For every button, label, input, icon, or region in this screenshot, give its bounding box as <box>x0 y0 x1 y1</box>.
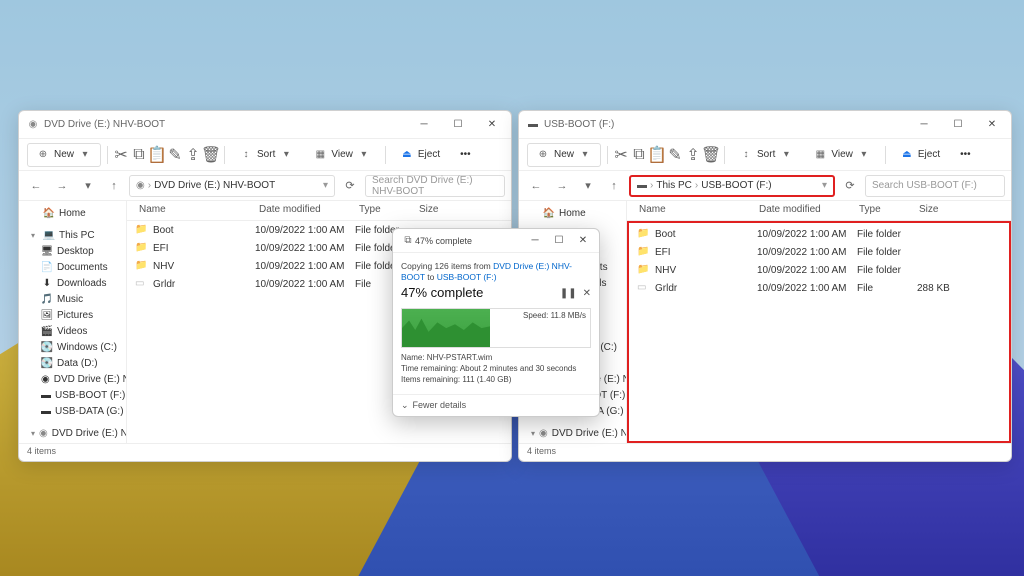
minimize-button[interactable]: ─ <box>407 112 441 138</box>
sidebar-item[interactable]: 💽Data (D:) <box>19 355 126 371</box>
sidebar-home[interactable]: 🏠Home <box>19 205 126 221</box>
sidebar-item[interactable]: ⬇Downloads <box>19 275 126 291</box>
search-input[interactable]: Search DVD Drive (E:) NHV-BOOT <box>365 175 505 197</box>
table-row[interactable]: 📁NHV10/09/2022 1:00 AMFile folder <box>629 261 1009 279</box>
speed-label: Speed: 11.8 MB/s <box>523 311 586 320</box>
sort-button[interactable]: ↕Sort▾ <box>731 143 801 167</box>
table-row[interactable]: 📁EFI10/09/2022 1:00 AMFile folder <box>629 243 1009 261</box>
window-title: DVD Drive (E:) NHV-BOOT <box>44 119 407 130</box>
copy-icon[interactable]: ⧉ <box>132 148 146 162</box>
chevron-down-icon: ⌄ <box>401 400 409 411</box>
rename-icon[interactable]: ✎ <box>168 148 182 162</box>
close-button[interactable]: ✕ <box>475 112 509 138</box>
cut-icon[interactable]: ✂ <box>114 148 128 162</box>
sidebar-item[interactable]: 💽Windows (C:) <box>19 339 126 355</box>
address-bar: ← → ▾ ↑ ▬› This PC› USB-BOOT (F:) ▾ ⟳ Se… <box>519 171 1011 201</box>
copy-progress-dialog: ⧉ 47% complete ─ ☐ ✕ Copying 126 items f… <box>392 228 600 417</box>
speed-graph: Speed: 11.8 MB/s <box>401 308 591 348</box>
more-button[interactable]: ••• <box>952 143 979 167</box>
sidebar-item[interactable]: ▬USB-DATA (G:) <box>19 403 126 419</box>
toolbar: ⊕New▾ ✂ ⧉ 📋 ✎ ⇪ 🗑 ↕Sort▾ ▦View▾ ⏏Eject •… <box>19 139 511 171</box>
breadcrumb[interactable]: ◉› DVD Drive (E:) NHV-BOOT ▾ <box>129 175 335 197</box>
sidebar-item[interactable]: 🎵Music <box>19 291 126 307</box>
sidebar-home[interactable]: 🏠Home <box>519 205 626 221</box>
copy-icon: ⧉ <box>401 234 415 248</box>
refresh-button[interactable]: ⟳ <box>339 175 361 197</box>
view-button[interactable]: ▦View▾ <box>805 143 879 167</box>
titlebar[interactable]: ▬ USB-BOOT (F:) ─ ☐ ✕ <box>519 111 1011 139</box>
disc-icon: ◉ <box>136 180 145 191</box>
sidebar-item[interactable]: 📄Documents <box>19 259 126 275</box>
copy-icon[interactable]: ⧉ <box>632 148 646 162</box>
share-icon[interactable]: ⇪ <box>686 148 700 162</box>
maximize-button[interactable]: ☐ <box>441 112 475 138</box>
fewer-details-toggle[interactable]: ⌄ Fewer details <box>393 394 599 416</box>
new-button[interactable]: ⊕New▾ <box>27 143 101 167</box>
sidebar-item[interactable]: 🎬Videos <box>19 323 126 339</box>
sidebar-this-pc[interactable]: ▾💻This PC <box>19 227 126 243</box>
cut-icon[interactable]: ✂ <box>614 148 628 162</box>
recent-button[interactable]: ▾ <box>577 175 599 197</box>
status-bar: 4 items <box>19 443 511 461</box>
window-title: USB-BOOT (F:) <box>544 119 907 130</box>
copy-summary: Copying 126 items from DVD Drive (E:) NH… <box>401 261 591 283</box>
forward-button[interactable]: → <box>551 175 573 197</box>
paste-icon[interactable]: 📋 <box>150 148 164 162</box>
usb-icon: ▬ <box>527 119 539 131</box>
disc-icon: ◉ <box>27 119 39 131</box>
maximize-button[interactable]: ☐ <box>547 231 571 251</box>
file-list: 📁Boot10/09/2022 1:00 AMFile folder📁EFI10… <box>627 221 1011 443</box>
pause-button[interactable]: ❚❚ <box>560 288 577 299</box>
dialog-title: 47% complete <box>415 236 523 246</box>
delete-icon[interactable]: 🗑 <box>704 148 718 162</box>
close-button[interactable]: ✕ <box>571 231 595 251</box>
search-input[interactable]: Search USB-BOOT (F:) <box>865 175 1005 197</box>
forward-button[interactable]: → <box>51 175 73 197</box>
table-row[interactable]: ▭Grldr10/09/2022 1:00 AMFile288 KB <box>629 279 1009 297</box>
up-button[interactable]: ↑ <box>103 175 125 197</box>
status-bar: 4 items <box>519 443 1011 461</box>
back-button[interactable]: ← <box>25 175 47 197</box>
refresh-button[interactable]: ⟳ <box>839 175 861 197</box>
column-headers[interactable]: Name Date modified Type Size <box>627 201 1011 221</box>
delete-icon[interactable]: 🗑 <box>204 148 218 162</box>
paste-icon[interactable]: 📋 <box>650 148 664 162</box>
titlebar[interactable]: ◉ DVD Drive (E:) NHV-BOOT ─ ☐ ✕ <box>19 111 511 139</box>
eject-button[interactable]: ⏏Eject <box>392 143 448 167</box>
minimize-button[interactable]: ─ <box>907 112 941 138</box>
new-button[interactable]: ⊕New▾ <box>527 143 601 167</box>
chevron-down-icon: ▾ <box>78 148 92 162</box>
sidebar-item[interactable]: 🖥Desktop <box>19 243 126 259</box>
toolbar: ⊕New▾ ✂ ⧉ 📋 ✎ ⇪ 🗑 ↕Sort▾ ▦View▾ ⏏Eject •… <box>519 139 1011 171</box>
sidebar-dvd-section[interactable]: ▾◉DVD Drive (E:) NHV-BOOT <box>519 425 626 441</box>
dest-link[interactable]: USB-BOOT (F:) <box>437 272 497 282</box>
maximize-button[interactable]: ☐ <box>941 112 975 138</box>
sidebar-item[interactable]: 🖼Pictures <box>19 307 126 323</box>
table-row[interactable]: 📁Boot10/09/2022 1:00 AMFile folder <box>629 225 1009 243</box>
close-button[interactable]: ✕ <box>975 112 1009 138</box>
address-bar: ← → ▾ ↑ ◉› DVD Drive (E:) NHV-BOOT ▾ ⟳ S… <box>19 171 511 201</box>
minimize-button[interactable]: ─ <box>523 231 547 251</box>
usb-icon: ▬ <box>637 180 647 191</box>
view-button[interactable]: ▦View▾ <box>305 143 379 167</box>
rename-icon[interactable]: ✎ <box>668 148 682 162</box>
navigation-sidebar: 🏠Home ▾💻This PC🖥Desktop📄Documents⬇Downloa… <box>19 201 127 443</box>
more-button[interactable]: ••• <box>452 143 479 167</box>
sidebar-item[interactable]: ◉DVD Drive (E:) NHV-BOOT <box>19 371 126 387</box>
up-button[interactable]: ↑ <box>603 175 625 197</box>
cancel-button[interactable]: ✕ <box>583 288 591 299</box>
eject-button[interactable]: ⏏Eject <box>892 143 948 167</box>
dialog-titlebar[interactable]: ⧉ 47% complete ─ ☐ ✕ <box>393 229 599 253</box>
breadcrumb[interactable]: ▬› This PC› USB-BOOT (F:) ▾ <box>629 175 835 197</box>
sidebar-item[interactable]: ▬USB-BOOT (F:) <box>19 387 126 403</box>
copy-details: Name: NHV-PSTART.wim Time remaining: Abo… <box>401 352 591 386</box>
recent-button[interactable]: ▾ <box>77 175 99 197</box>
share-icon[interactable]: ⇪ <box>186 148 200 162</box>
sidebar-dvd-section[interactable]: ▾◉DVD Drive (E:) NHV-BOOT <box>19 425 126 441</box>
column-headers[interactable]: Name Date modified Type Size <box>127 201 511 221</box>
progress-text: 47% complete <box>401 285 554 300</box>
back-button[interactable]: ← <box>525 175 547 197</box>
sort-button[interactable]: ↕Sort▾ <box>231 143 301 167</box>
